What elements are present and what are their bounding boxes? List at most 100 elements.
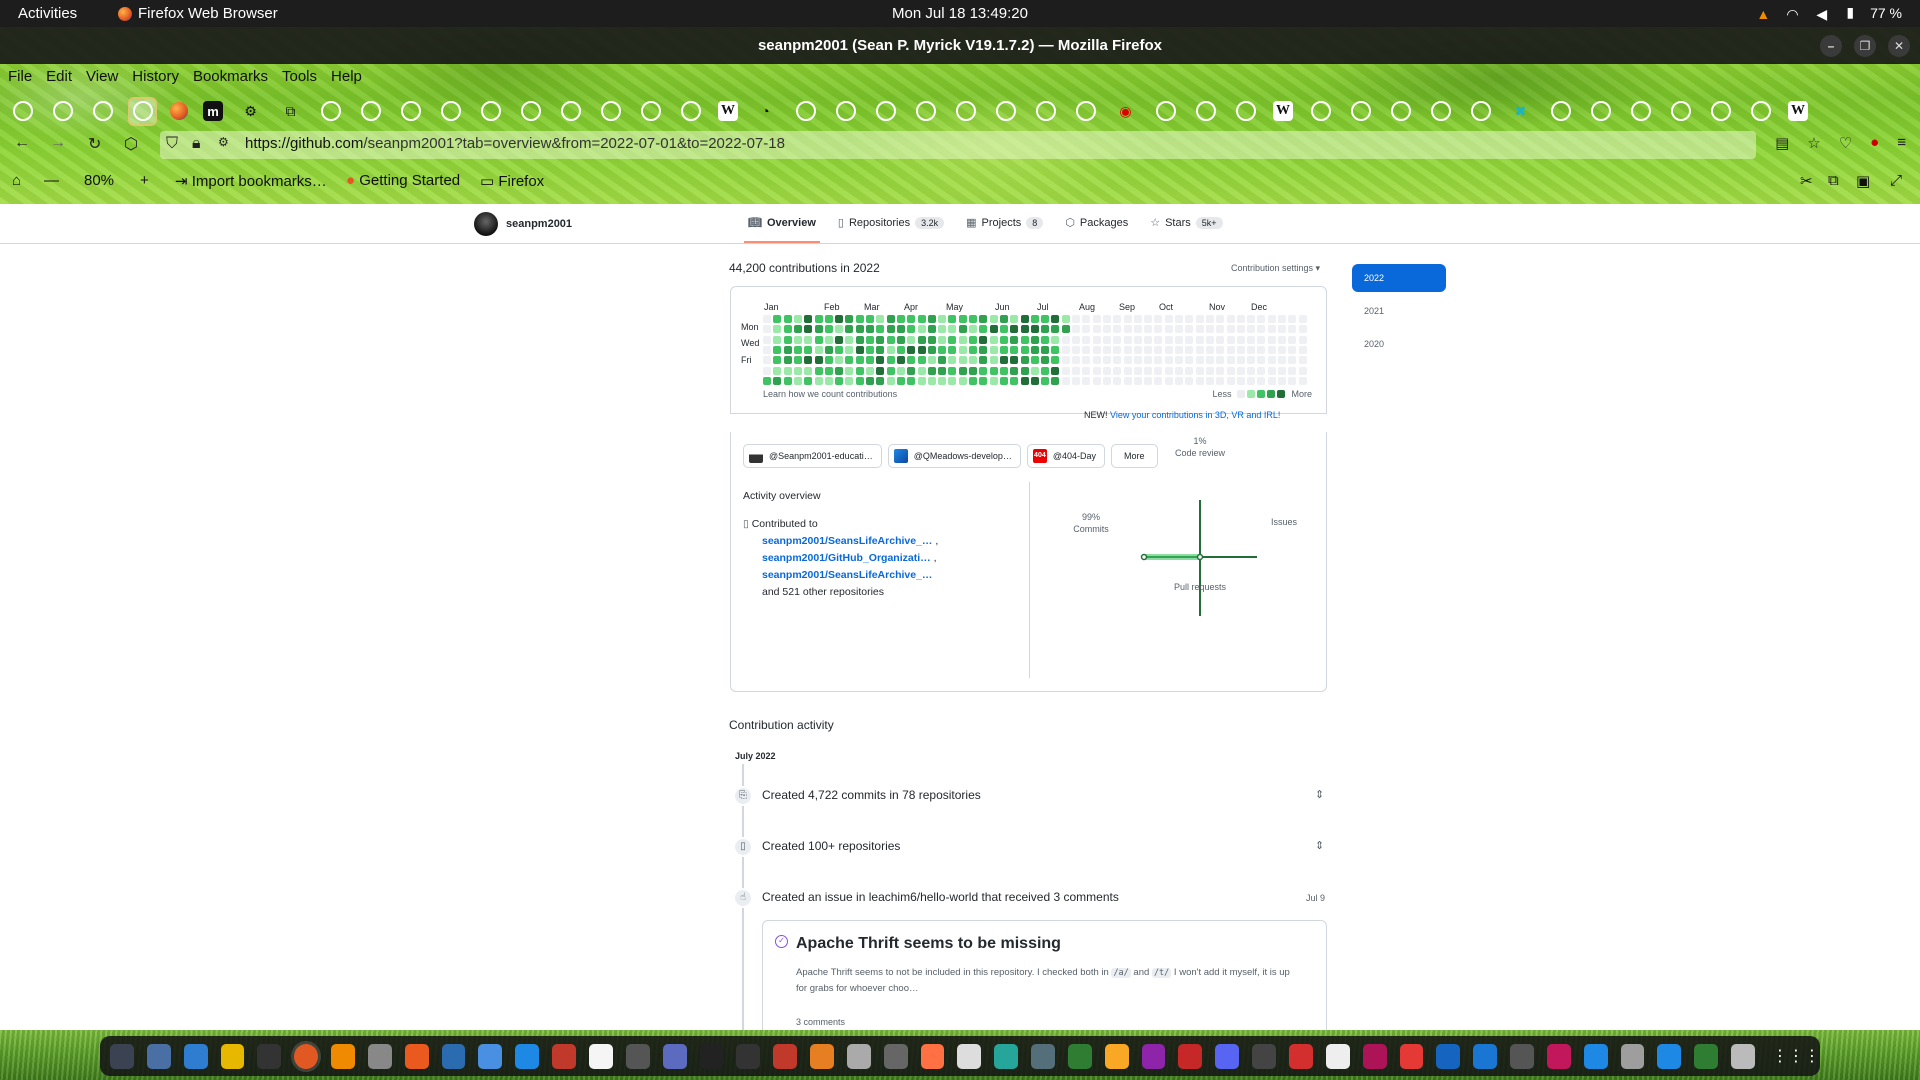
- contribution-cell[interactable]: [1072, 315, 1080, 323]
- dock-app-icon[interactable]: [183, 1043, 208, 1069]
- github-bookmark-icon[interactable]: [1193, 99, 1218, 124]
- contribution-cell[interactable]: [814, 366, 823, 375]
- dock-app-icon[interactable]: [515, 1043, 540, 1069]
- contribution-cell[interactable]: [824, 325, 833, 334]
- contribution-cell[interactable]: [917, 376, 926, 385]
- contribution-cell[interactable]: [866, 376, 874, 385]
- contribution-cell[interactable]: [1082, 356, 1091, 365]
- contribution-cell[interactable]: [845, 376, 854, 385]
- contribution-cell[interactable]: [1257, 335, 1266, 344]
- contribution-cell[interactable]: [1144, 325, 1153, 334]
- dock-app-icon[interactable]: [1399, 1043, 1424, 1069]
- dock-app-icon[interactable]: [773, 1043, 798, 1069]
- contribution-cell[interactable]: [1164, 356, 1173, 365]
- contribution-cell[interactable]: [1010, 356, 1019, 365]
- contribution-cell[interactable]: [1133, 376, 1142, 385]
- contribution-cell[interactable]: [1010, 325, 1019, 334]
- contribution-cell[interactable]: [927, 345, 936, 354]
- speed-bookmark-icon[interactable]: ◔: [753, 99, 778, 124]
- contribution-cell[interactable]: [1051, 345, 1060, 354]
- contribution-cell[interactable]: [1133, 315, 1142, 323]
- contribution-cell[interactable]: [1164, 376, 1173, 385]
- contribution-cell[interactable]: [1010, 315, 1019, 323]
- contribution-cell[interactable]: [1123, 335, 1132, 344]
- more-orgs-button[interactable]: More: [1111, 444, 1158, 468]
- dock-app-icon[interactable]: [625, 1043, 650, 1069]
- contribution-cell[interactable]: [958, 315, 967, 323]
- hamburger-menu-icon[interactable]: ≡: [1897, 134, 1906, 152]
- contribution-cell[interactable]: [1195, 356, 1204, 365]
- contribution-cell[interactable]: [793, 315, 802, 323]
- contribution-cell[interactable]: [1205, 325, 1214, 334]
- contribution-cell[interactable]: [1072, 335, 1080, 344]
- contribution-cell[interactable]: [1247, 325, 1256, 334]
- contribution-cell[interactable]: [876, 376, 885, 385]
- contribution-cell[interactable]: [835, 325, 844, 334]
- tab-stars[interactable]: ☆ Stars 5k+: [1150, 216, 1223, 229]
- contribution-cell[interactable]: [783, 335, 792, 344]
- contribution-cell[interactable]: [1154, 376, 1163, 385]
- contribution-cell[interactable]: [1020, 366, 1029, 375]
- contribution-cell[interactable]: [1195, 345, 1204, 354]
- menu-view[interactable]: View: [86, 66, 118, 87]
- github-bookmark-icon[interactable]: [1073, 99, 1098, 124]
- contribution-cell[interactable]: [989, 356, 998, 365]
- dock-app-icon[interactable]: [994, 1043, 1019, 1069]
- dock-app-icon[interactable]: [367, 1043, 392, 1069]
- org-button[interactable]: @QMeadows-develop…: [887, 444, 1021, 468]
- contribution-cell[interactable]: [1195, 376, 1204, 385]
- contribution-cell[interactable]: [1113, 376, 1122, 385]
- contribution-cell[interactable]: [969, 366, 977, 375]
- contribution-cell[interactable]: [1030, 315, 1039, 323]
- contribution-cell[interactable]: [1216, 335, 1225, 344]
- contribution-cell[interactable]: [1030, 345, 1039, 354]
- contribution-cell[interactable]: [886, 366, 895, 375]
- contribution-cell[interactable]: [907, 356, 916, 365]
- contribution-cell[interactable]: [907, 325, 916, 334]
- github-bookmark-icon[interactable]: [1748, 99, 1773, 124]
- contribution-cell[interactable]: [989, 325, 998, 334]
- firefox-folder[interactable]: ▭ Firefox: [480, 172, 544, 190]
- github-bookmark-icon[interactable]: [1428, 99, 1453, 124]
- contribution-cell[interactable]: [1020, 356, 1029, 365]
- menu-tools[interactable]: Tools: [282, 66, 317, 87]
- contribution-cell[interactable]: [845, 325, 854, 334]
- dock-app-icon[interactable]: [957, 1043, 982, 1069]
- contribution-cell[interactable]: [999, 366, 1008, 375]
- contribution-cell[interactable]: [1092, 356, 1101, 365]
- contribution-cell[interactable]: [1267, 325, 1276, 334]
- contribution-cell[interactable]: [1216, 325, 1225, 334]
- contribution-cell[interactable]: [835, 335, 844, 344]
- contribution-cell[interactable]: [1082, 335, 1091, 344]
- extension-badge-icon[interactable]: ●: [1870, 134, 1879, 152]
- contribution-cell[interactable]: [824, 335, 833, 344]
- contribution-cell[interactable]: [1267, 356, 1276, 365]
- contribution-cell[interactable]: [1216, 366, 1225, 375]
- contribution-cell[interactable]: [1267, 335, 1276, 344]
- contribution-cell[interactable]: [1102, 376, 1111, 385]
- contribution-cell[interactable]: [907, 315, 916, 323]
- dock-app-icon[interactable]: [294, 1043, 319, 1069]
- contribution-cell[interactable]: [773, 366, 782, 375]
- contribution-cell[interactable]: [845, 366, 854, 375]
- contribution-cell[interactable]: [938, 356, 947, 365]
- contribution-cell[interactable]: [1164, 325, 1173, 334]
- zoom-out-button[interactable]: —: [44, 172, 59, 189]
- github-bookmark-icon[interactable]: [358, 99, 383, 124]
- contribution-cell[interactable]: [1205, 335, 1214, 344]
- contribution-cell[interactable]: [1041, 315, 1050, 323]
- home-icon[interactable]: ⌂: [12, 172, 21, 189]
- contribution-cell[interactable]: [855, 345, 864, 354]
- contribution-cell[interactable]: [763, 376, 771, 385]
- clipboard-icon[interactable]: ▣: [1856, 172, 1870, 190]
- contribution-cell[interactable]: [1257, 356, 1266, 365]
- contribution-cell[interactable]: [1185, 356, 1194, 365]
- getting-started-link[interactable]: ● Getting Started: [346, 172, 460, 189]
- contribution-cell[interactable]: [1051, 376, 1060, 385]
- learn-contributions-link[interactable]: Learn how we count contributions: [763, 389, 897, 399]
- contribution-cell[interactable]: [1205, 376, 1214, 385]
- contribution-cell[interactable]: [1288, 345, 1297, 354]
- contribution-cell[interactable]: [1185, 345, 1194, 354]
- contribution-cell[interactable]: [866, 335, 874, 344]
- contribution-cell[interactable]: [1236, 345, 1245, 354]
